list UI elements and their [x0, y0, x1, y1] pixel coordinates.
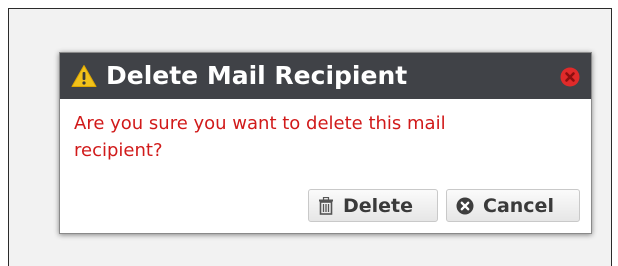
dialog-titlebar: Delete Mail Recipient [60, 53, 591, 99]
warning-icon [71, 64, 97, 88]
background-frame: Delete Mail Recipient Are you sure you w… [8, 8, 612, 266]
dialog-title: Delete Mail Recipient [106, 61, 408, 90]
delete-mail-recipient-dialog: Delete Mail Recipient Are you sure you w… [59, 52, 592, 234]
cancel-button-label: Cancel [483, 194, 554, 217]
delete-button-label: Delete [343, 194, 414, 217]
cancel-button[interactable]: Cancel [446, 189, 580, 222]
close-icon[interactable] [560, 67, 580, 87]
cancel-icon [456, 197, 474, 214]
delete-button[interactable]: Delete [308, 189, 438, 222]
trash-icon [319, 196, 333, 215]
confirmation-message: Are you sure you want to delete this mai… [74, 113, 446, 161]
